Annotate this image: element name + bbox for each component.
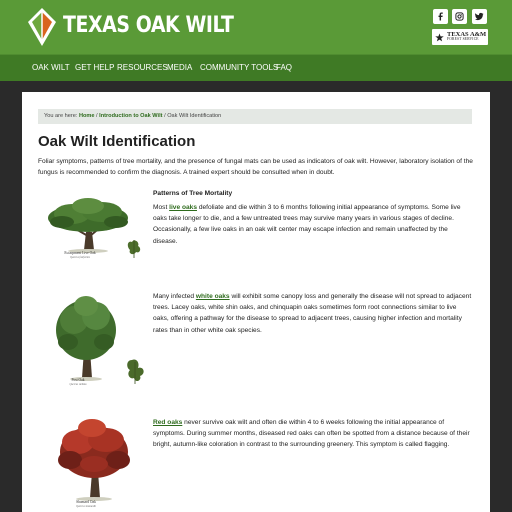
tree-caption-latin: Quercus shumardii <box>76 505 96 508</box>
nav-item-faq[interactable]: FAQ <box>276 63 292 72</box>
white-oak-paragraph: Many infected white oaks will exhibit so… <box>153 291 473 336</box>
breadcrumb-prefix: You are here: <box>44 113 78 119</box>
nav-item-resources[interactable]: RESOURCES <box>117 63 168 72</box>
tree-caption: Post Oak <box>71 378 85 382</box>
instagram-icon[interactable] <box>452 9 467 24</box>
intro-paragraph: Foliar symptoms, patterns of tree mortal… <box>38 158 473 176</box>
nav-item-get-help[interactable]: GET HELP <box>75 63 114 72</box>
tree-caption-latin: Quercus stellata <box>69 383 87 386</box>
paragraph-text: never survive oak wilt and often die wit… <box>153 419 470 449</box>
shumard-oak-illustration <box>58 419 130 501</box>
paragraph-text: Many infected <box>153 293 196 300</box>
red-oaks-link[interactable]: Red oaks <box>153 419 182 426</box>
nav-item-community-tools[interactable]: COMMUNITY TOOLS <box>200 63 278 72</box>
paragraph-text: defoliate and die within 3 to 6 months f… <box>153 204 461 245</box>
site-header: TEXAS OAK WILT TEXAS A&M FOREST SERVICE <box>0 0 512 54</box>
twitter-icon[interactable] <box>472 9 487 24</box>
nav-item-media[interactable]: MEDIA <box>167 63 192 72</box>
tree-caption: Escarpment Live Oak <box>64 251 96 255</box>
page-title: Oak Wilt Identification <box>38 133 196 150</box>
tree-caption-latin: Quercus fusiformis <box>70 256 90 259</box>
partner-line-2: FOREST SERVICE <box>447 37 479 42</box>
breadcrumb-current: Oak Wilt Identification <box>167 113 222 119</box>
texas-am-forest-service-logo[interactable]: TEXAS A&M FOREST SERVICE <box>432 29 488 45</box>
live-oaks-link[interactable]: live oaks <box>169 204 197 211</box>
breadcrumb-parent-link[interactable]: Introduction to Oak Wilt <box>99 113 162 119</box>
section-heading: Patterns of Tree Mortality <box>153 190 233 197</box>
red-oak-paragraph: Red oaks never survive oak wilt and ofte… <box>153 417 473 451</box>
white-oaks-link[interactable]: white oaks <box>196 293 230 300</box>
paragraph-text: Most <box>153 204 170 211</box>
live-oak-paragraph: Most live oaks defoliate and die within … <box>153 202 473 247</box>
facebook-icon[interactable] <box>433 9 448 24</box>
nav-item-oak-wilt[interactable]: OAK WILT <box>32 63 70 72</box>
breadcrumb: You are here: Home / Introduction to Oak… <box>38 109 472 124</box>
main-nav: OAK WILT GET HELP RESOURCES MEDIA COMMUN… <box>0 54 512 81</box>
oak-leaf-logo-icon[interactable] <box>25 6 59 48</box>
tree-caption: Shumard Oak <box>76 500 96 504</box>
site-title[interactable]: TEXAS OAK WILT <box>63 13 234 38</box>
star-icon <box>435 32 444 41</box>
breadcrumb-home-link[interactable]: Home <box>79 113 95 119</box>
main-content: You are here: Home / Introduction to Oak… <box>22 92 490 512</box>
